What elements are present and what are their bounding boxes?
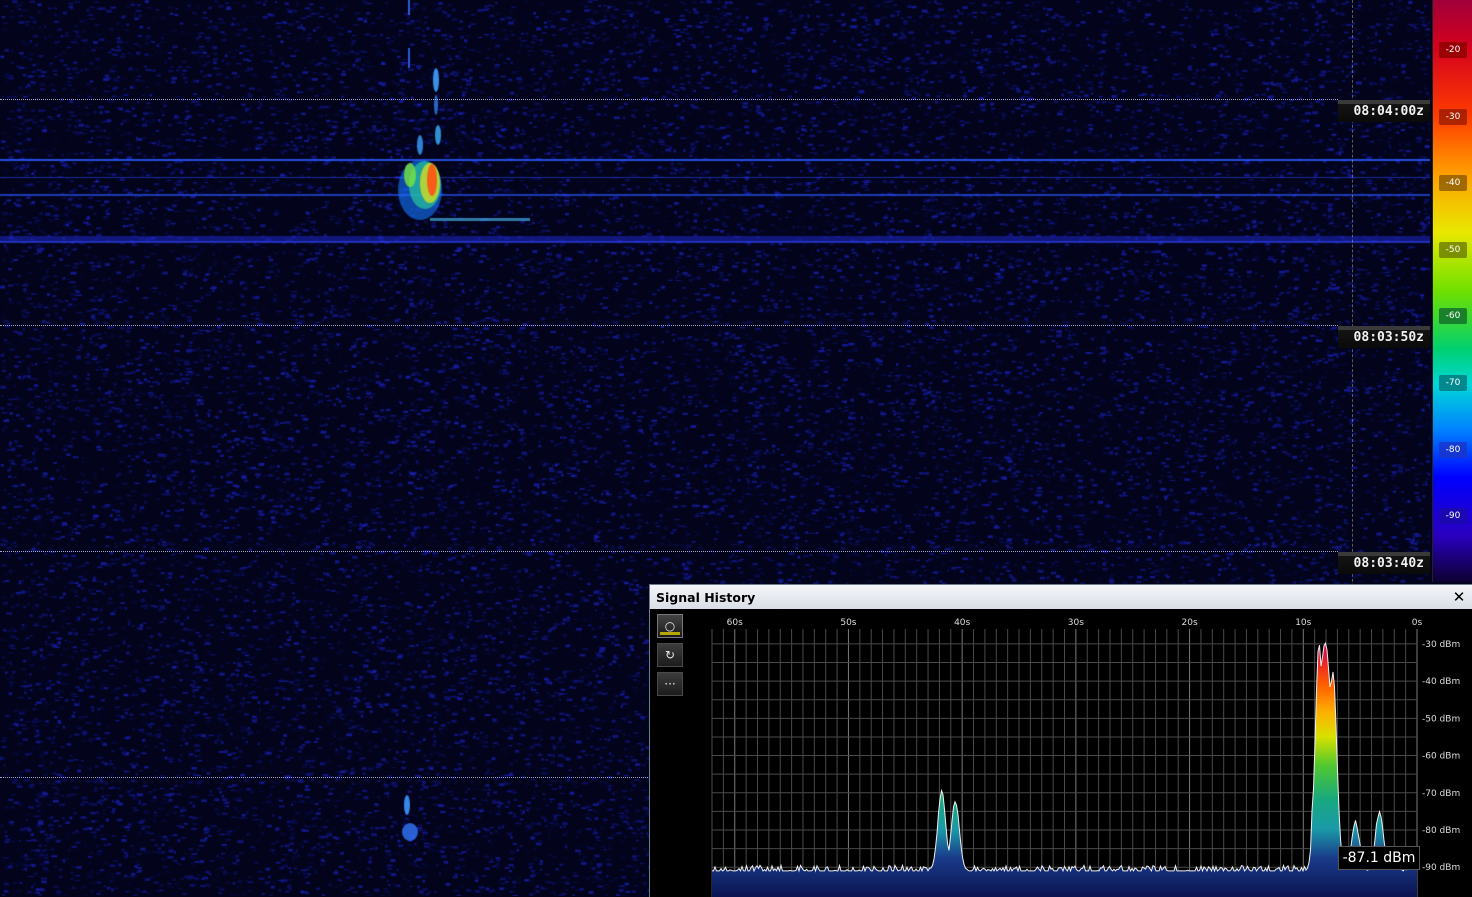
scale-tick-label: -70 — [1439, 375, 1467, 391]
y-tick-label: -40 dBm — [1422, 677, 1460, 687]
y-tick-label: -70 dBm — [1422, 789, 1460, 799]
close-icon[interactable]: ✕ — [1449, 587, 1469, 607]
signal-readout: -87.1 dBm — [1338, 846, 1420, 870]
scale-tick-label: -20 — [1439, 42, 1467, 58]
scale-tick-label: -40 — [1439, 175, 1467, 191]
time-label: 08:03:40z — [1338, 552, 1430, 574]
x-tick-label: 10s — [1295, 618, 1311, 628]
y-tick-label: -80 dBm — [1422, 826, 1460, 836]
scale-tick-label: -90 — [1439, 508, 1467, 524]
x-tick-label: 60s — [727, 618, 743, 628]
scale-tick-label: -80 — [1439, 442, 1467, 458]
x-tick-label: 40s — [954, 618, 970, 628]
x-tick-label: 50s — [840, 618, 856, 628]
time-gridline — [0, 99, 1338, 100]
time-gridline — [0, 551, 1338, 552]
x-tick-label: 20s — [1182, 618, 1198, 628]
y-tick-label: -60 dBm — [1422, 752, 1460, 762]
time-gridline — [0, 777, 648, 778]
color-scale-bar: -20 -30 -40 -50 -60 -70 -80 -90 — [1432, 0, 1472, 582]
scale-tick-label: -50 — [1439, 242, 1467, 258]
time-gridline — [0, 325, 1338, 326]
time-label: 08:03:50z — [1338, 326, 1430, 348]
y-tick-label: -90 dBm — [1422, 863, 1460, 873]
y-tick-label: -50 dBm — [1422, 714, 1460, 724]
time-label: 08:04:00z — [1338, 100, 1430, 122]
scale-tick-label: -30 — [1439, 109, 1467, 125]
scale-tick-label: -60 — [1439, 308, 1467, 324]
panel-title: Signal History — [656, 590, 756, 605]
signal-history-panel: Signal History ✕ ○ ↻ ··· 60s 50s 40s 30s 20s… — [649, 584, 1472, 897]
x-tick-label: 0s — [1412, 618, 1423, 628]
panel-titlebar[interactable]: Signal History ✕ — [650, 585, 1472, 609]
y-tick-label: -30 dBm — [1422, 640, 1460, 650]
x-tick-label: 30s — [1068, 618, 1084, 628]
